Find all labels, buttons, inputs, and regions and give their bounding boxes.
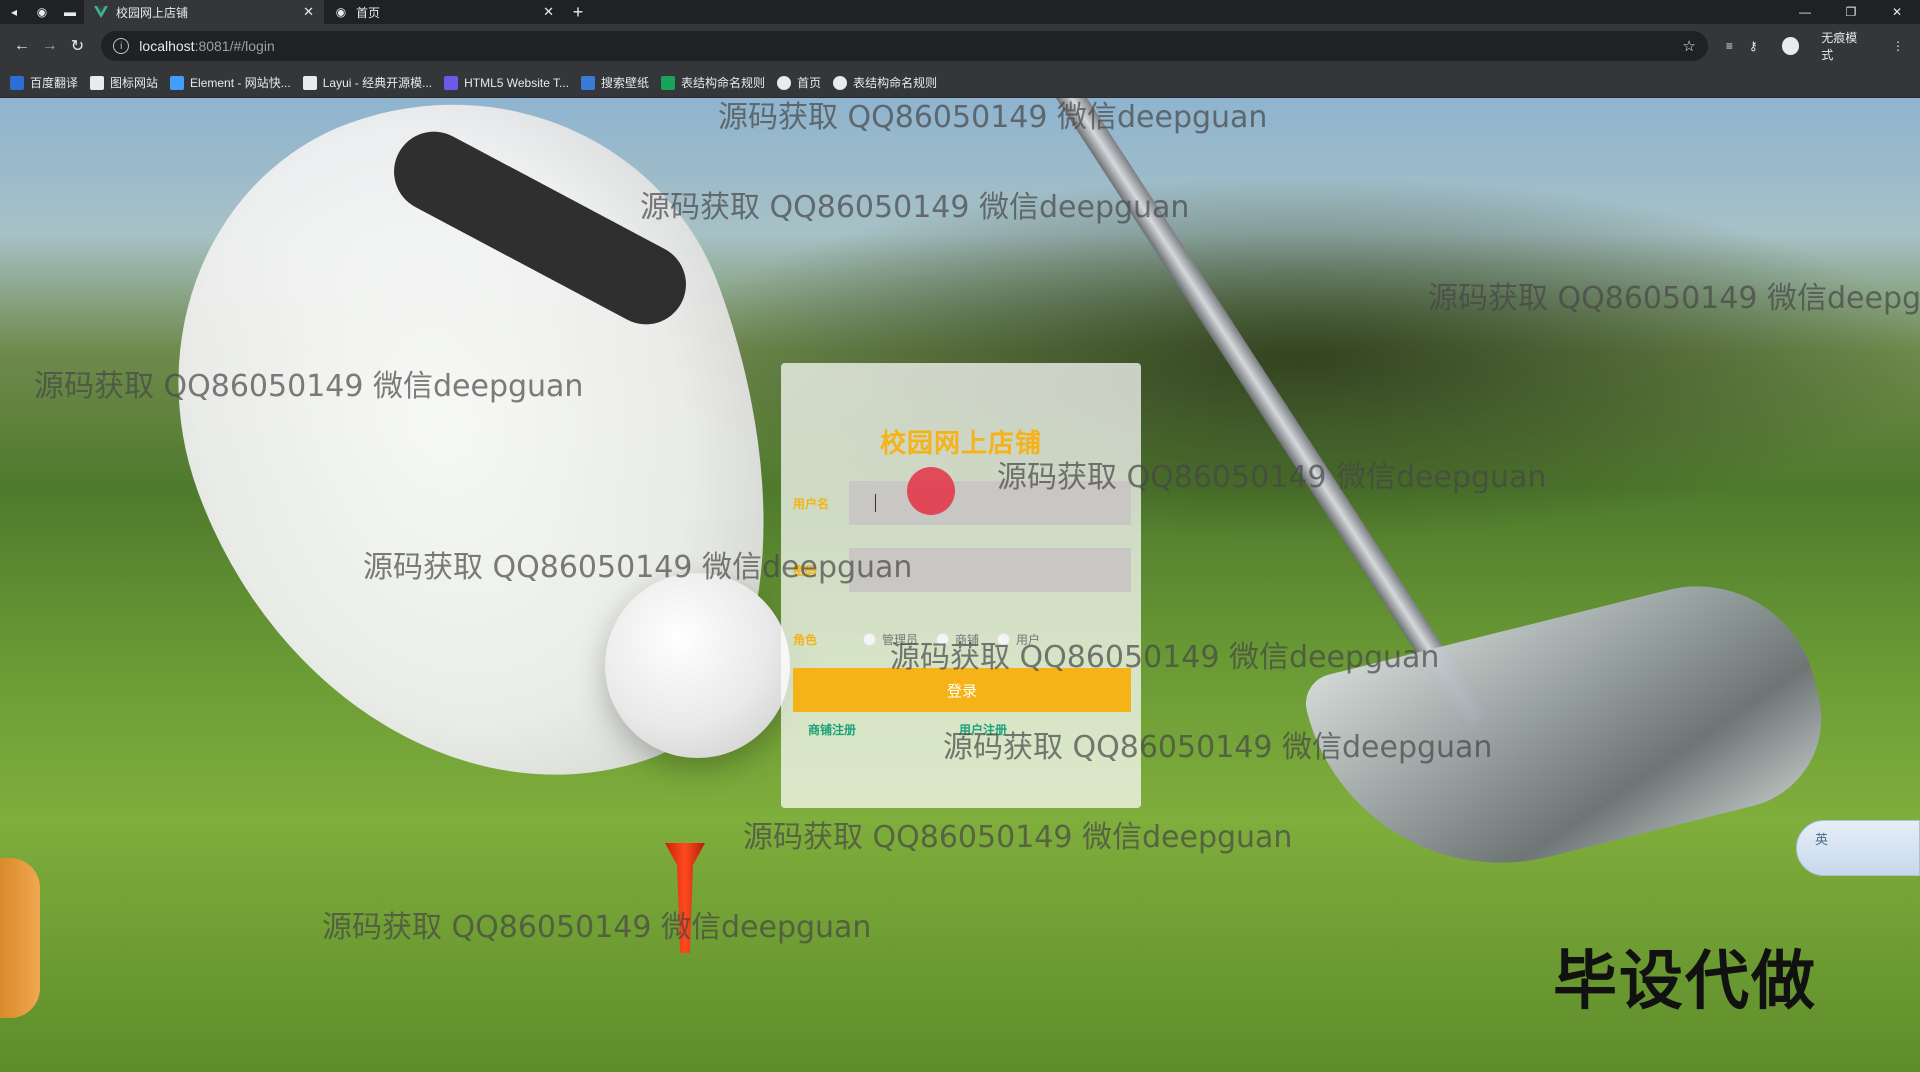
bookmark-label: 表结构命名规则 [681, 76, 766, 90]
bookmark-item[interactable]: 图标网站 [90, 68, 168, 98]
watermark-text: 源码获取 QQ86050149 微信deepguan [943, 730, 1493, 765]
tab-strip: ◂ ◉ ▬ 校园网上店铺 ✕ ◉ 首页 ✕ + — ❐ ✕ [0, 0, 1920, 24]
globe-icon[interactable]: ◉ [28, 0, 56, 24]
watermark-text: 源码获取 QQ86050149 微信deepguan [34, 369, 584, 404]
shop-register-link[interactable]: 商铺注册 [808, 721, 856, 738]
incognito-indicator[interactable]: 无痕模式 [1774, 29, 1876, 63]
close-tab-icon[interactable]: ✕ [543, 4, 554, 20]
url-path: :8081/#/login [194, 38, 275, 54]
role-label: 角色 [793, 633, 818, 647]
forward-icon[interactable]: → [36, 32, 64, 60]
bookmark-label: 百度翻译 [30, 76, 79, 90]
watermark-text: 源码获取 QQ86050149 微信deepguan [718, 100, 1268, 135]
ime-label: 英 [1815, 832, 1829, 847]
vue-logo-icon [94, 5, 108, 19]
back-icon[interactable]: ← [8, 32, 36, 60]
reading-list-icon[interactable]: ≡ [1726, 39, 1733, 53]
address-bar[interactable]: i localhost :8081/#/login ☆ [101, 31, 1708, 61]
watermark-text: 源码获取 QQ86050149 微信deepguan [997, 460, 1547, 495]
watermark-text: 源码获取 QQ86050149 微信deepguan [640, 190, 1190, 225]
tab-login[interactable]: 校园网上店铺 ✕ [84, 0, 324, 24]
click-indicator [907, 467, 955, 515]
watermark-text: 源码获取 QQ86050149 微信deepguan [322, 910, 872, 945]
radio-dot[interactable] [863, 633, 876, 646]
ime-indicator[interactable]: 英 [1796, 820, 1920, 876]
watermark-text: 源码获取 QQ86050149 微信deepguan [743, 820, 1293, 855]
bookmark-item[interactable]: 表结构命名规则 [833, 68, 947, 98]
wallpaper-icon [581, 75, 596, 90]
sheet-icon [661, 75, 676, 90]
incognito-label: 无痕模式 [1821, 31, 1858, 62]
speaker-icon[interactable]: ◂ [0, 0, 28, 24]
reload-icon[interactable]: ↻ [64, 32, 92, 60]
minimize-icon[interactable]: — [1782, 0, 1828, 24]
info-icon[interactable]: i [113, 38, 130, 54]
bookmark-item[interactable]: 百度翻译 [10, 68, 88, 98]
text-caret [875, 494, 876, 512]
tab-title: 校园网上店铺 [116, 5, 189, 20]
restore-icon[interactable]: ❐ [1828, 0, 1874, 24]
tab-title: 首页 [356, 5, 381, 20]
window-controls: — ❐ ✕ [1782, 0, 1920, 24]
watermark-text: 源码获取 QQ86050149 微信deepguan [363, 550, 913, 585]
translate-icon [10, 75, 24, 90]
globe-icon [777, 75, 792, 90]
watermark-text: 源码获取 QQ86050149 微信deepguan [1428, 281, 1920, 316]
toolbar-right: ≡ ⚷ 无痕模式 ⋮ [1718, 29, 1912, 63]
more-menu-icon[interactable]: ⋮ [1892, 39, 1904, 53]
bookmark-label: HTML5 Website T... [464, 75, 570, 90]
bookmark-star-icon[interactable]: ☆ [1682, 37, 1695, 55]
close-window-icon[interactable]: ✕ [1874, 0, 1920, 24]
html5-icon [444, 75, 459, 90]
username-label: 用户名 [793, 496, 830, 511]
globe-icon [833, 75, 848, 90]
globe-icon: ◉ [335, 5, 347, 19]
bookmark-item[interactable]: HTML5 Website T... [444, 68, 579, 98]
key-icon[interactable]: ⚷ [1749, 39, 1758, 53]
bookmark-item[interactable]: 搜索壁纸 [581, 68, 659, 98]
bookmark-item[interactable]: Layui - 经典开源模... [302, 68, 442, 98]
bookmark-label: 搜索壁纸 [601, 76, 650, 90]
bookmark-label: 表结构命名规则 [853, 76, 938, 90]
bookmark-item[interactable]: Element - 网站快... [170, 68, 301, 98]
promo-corner-text: 毕设代做 [1553, 945, 1817, 1019]
window-icon[interactable]: ▬ [56, 0, 84, 24]
tab-home[interactable]: ◉ 首页 ✕ [324, 0, 564, 24]
bookmarks-bar: 百度翻译 图标网站 Element - 网站快... Layui - 经典开源模… [0, 68, 1920, 98]
element-icon [170, 75, 185, 90]
background-golf-ball [605, 573, 790, 758]
bookmark-label: Element - 网站快... [190, 76, 291, 90]
page-viewport: 校园网上店铺 用户名 密码 角色 管理员 商铺 用户 登录 商铺注册 用户注册 … [0, 98, 1920, 1072]
browser-toolbar: ← → ↻ i localhost :8081/#/login ☆ ≡ ⚷ 无痕… [0, 24, 1920, 68]
flag-icon [90, 75, 105, 90]
bookmark-item[interactable]: 表结构命名规则 [661, 68, 775, 98]
bookmark-label: 图标网站 [110, 76, 159, 90]
bookmark-item[interactable]: 首页 [777, 68, 831, 98]
watermark-text: 源码获取 QQ86050149 微信deepguan [890, 640, 1440, 675]
new-tab-button[interactable]: + [564, 0, 592, 24]
layui-icon [302, 75, 317, 90]
bookmark-label: Layui - 经典开源模... [322, 76, 433, 90]
bookmark-label: 首页 [797, 76, 822, 90]
background-hand [0, 858, 40, 1018]
incognito-icon [1781, 37, 1800, 55]
url-host: localhost [139, 38, 195, 54]
close-tab-icon[interactable]: ✕ [303, 4, 314, 20]
